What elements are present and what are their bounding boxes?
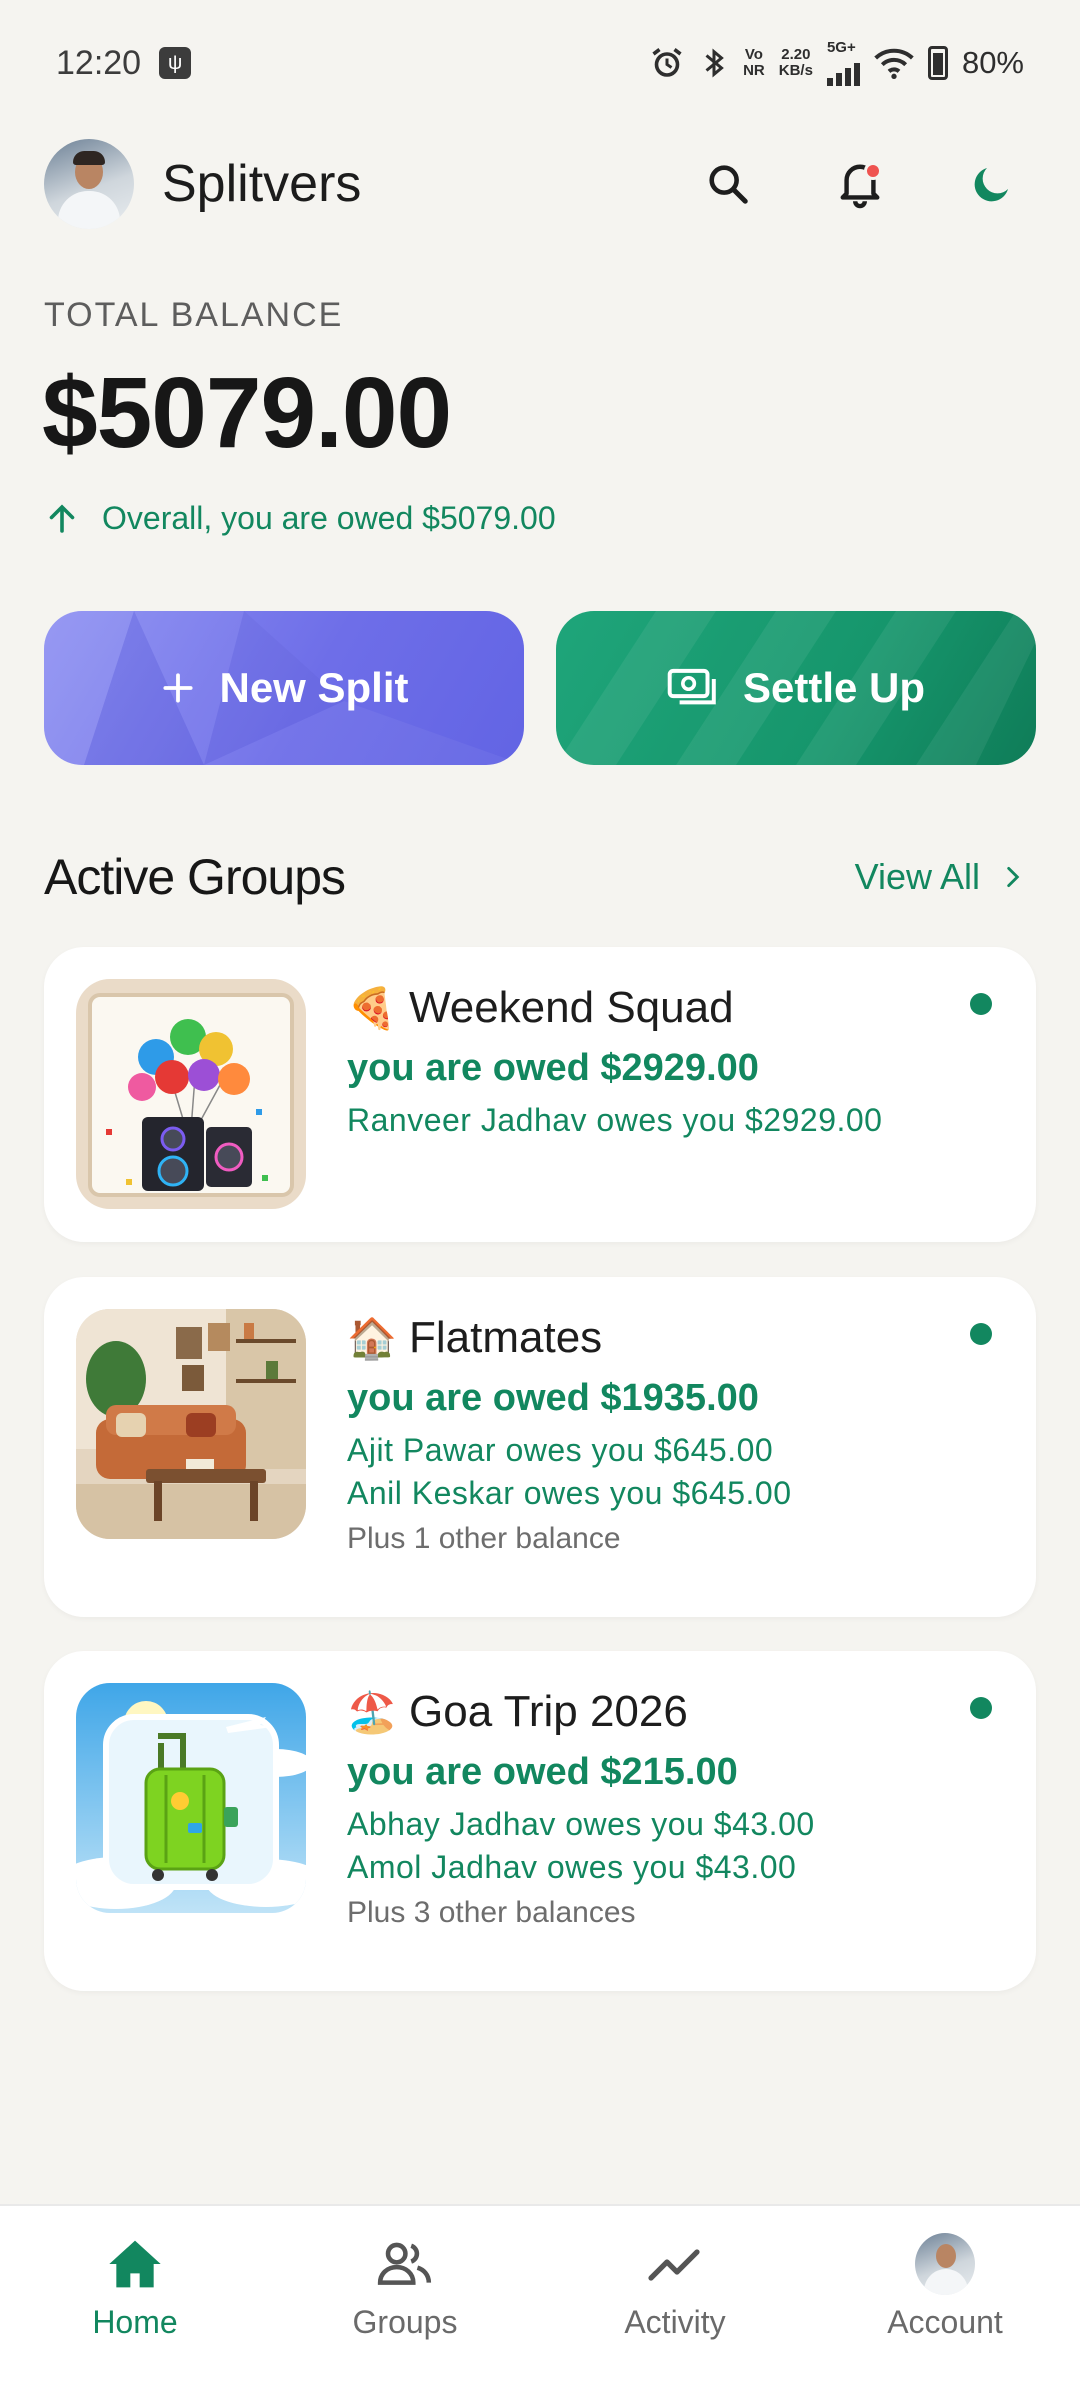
- nav-groups-label: Groups: [352, 2304, 458, 2340]
- balance-summary-text: Overall, you are owed $5079.00: [102, 500, 556, 536]
- bluetooth-icon: [705, 48, 724, 78]
- other-balances-note: Plus 1 other balance: [347, 1522, 621, 1555]
- view-all-label: View All: [854, 856, 980, 897]
- group-owed-summary: you are owed $215.00: [347, 1751, 738, 1793]
- plus-icon: [163, 673, 194, 703]
- wifi-icon: [874, 48, 914, 79]
- group-name: 🏠 Flatmates: [347, 1313, 603, 1362]
- notifications-button[interactable]: [824, 148, 896, 220]
- other-balances-note: Plus 3 other balances: [347, 1896, 636, 1929]
- group-image-living-room: [76, 1309, 306, 1539]
- alarm-icon: [652, 48, 682, 77]
- total-balance-amount: $5079.00: [42, 357, 452, 469]
- home-icon: [109, 2240, 161, 2288]
- active-groups-title: Active Groups: [44, 849, 346, 905]
- signal-icon: 5G+: [826, 40, 860, 86]
- volte-indicator: Vo NR: [743, 46, 765, 79]
- balance-line: Amol Jadhav owes you $43.00: [347, 1849, 797, 1885]
- nav-home[interactable]: Home: [0, 2206, 270, 2408]
- balance-line: Ajit Pawar owes you $645.00: [347, 1432, 774, 1468]
- settle-up-button[interactable]: Settle Up: [556, 611, 1036, 765]
- nav-home-label: Home: [92, 2304, 178, 2340]
- active-status-dot: [970, 1323, 992, 1345]
- group-card-goa-trip[interactable]: 🏖️ Goa Trip 2026 you are owed $215.00 Ab…: [44, 1651, 1036, 1991]
- arrow-up-icon: [49, 503, 75, 533]
- trending-line-icon: [648, 2249, 700, 2281]
- active-status-dot: [970, 993, 992, 1015]
- notification-badge: [864, 162, 882, 180]
- search-button[interactable]: [692, 148, 764, 220]
- group-image-travel: [76, 1683, 306, 1913]
- money-icon: [667, 668, 716, 705]
- group-image-party: [76, 979, 306, 1209]
- balance-line: Ranveer Jadhav owes you $2929.00: [347, 1102, 883, 1138]
- battery-level: 80%: [961, 45, 1024, 80]
- moon-icon: [974, 168, 1008, 202]
- settle-up-label: Settle Up: [742, 664, 926, 711]
- account-avatar: [915, 2233, 975, 2295]
- nav-groups[interactable]: Groups: [270, 2206, 540, 2408]
- nav-account-label: Account: [887, 2304, 1003, 2340]
- app-header: Splitvers: [44, 136, 1036, 232]
- theme-toggle-button[interactable]: [956, 148, 1028, 220]
- group-owed-summary: you are owed $1935.00: [347, 1377, 759, 1419]
- status-bar: 12:20 ψ Vo NR 2.20 KB/s 5G+ 80%: [0, 0, 1080, 126]
- group-name: 🍕 Weekend Squad: [347, 983, 734, 1032]
- balance-summary: Overall, you are owed $5079.00: [44, 500, 556, 537]
- chevron-right-icon: [1007, 866, 1020, 888]
- search-icon: [709, 165, 748, 204]
- pizza-icon: 🍕: [347, 986, 397, 1031]
- groups-icon: [377, 2242, 432, 2285]
- new-split-label: New Split: [219, 664, 409, 711]
- battery-icon: [927, 46, 948, 80]
- bottom-navigation: Home Groups Activity Account: [0, 2204, 1080, 2408]
- beach-umbrella-icon: 🏖️: [347, 1690, 397, 1735]
- status-time: 12:20: [56, 43, 142, 82]
- network-speed: 2.20 KB/s: [778, 46, 813, 79]
- active-status-dot: [970, 1697, 992, 1719]
- balance-line: Anil Keskar owes you $645.00: [347, 1475, 792, 1511]
- nav-activity[interactable]: Activity: [540, 2206, 810, 2408]
- view-all-link[interactable]: View All: [855, 856, 1026, 898]
- house-icon: 🏠: [347, 1316, 397, 1361]
- group-card-weekend-squad[interactable]: 🍕 Weekend Squad you are owed $2929.00 Ra…: [44, 947, 1036, 1242]
- total-balance-label: TOTAL BALANCE: [44, 296, 344, 334]
- profile-avatar[interactable]: [44, 139, 134, 229]
- group-owed-summary: you are owed $2929.00: [347, 1047, 759, 1089]
- usb-debug-icon: ψ: [159, 47, 192, 79]
- balance-line: Abhay Jadhav owes you $43.00: [347, 1806, 815, 1842]
- nav-account[interactable]: Account: [810, 2206, 1080, 2408]
- new-split-button[interactable]: New Split: [44, 611, 524, 765]
- app-title: Splitvers: [162, 155, 362, 213]
- group-name: 🏖️ Goa Trip 2026: [347, 1687, 688, 1736]
- group-card-flatmates[interactable]: 🏠 Flatmates you are owed $1935.00 Ajit P…: [44, 1277, 1036, 1617]
- nav-activity-label: Activity: [624, 2304, 726, 2340]
